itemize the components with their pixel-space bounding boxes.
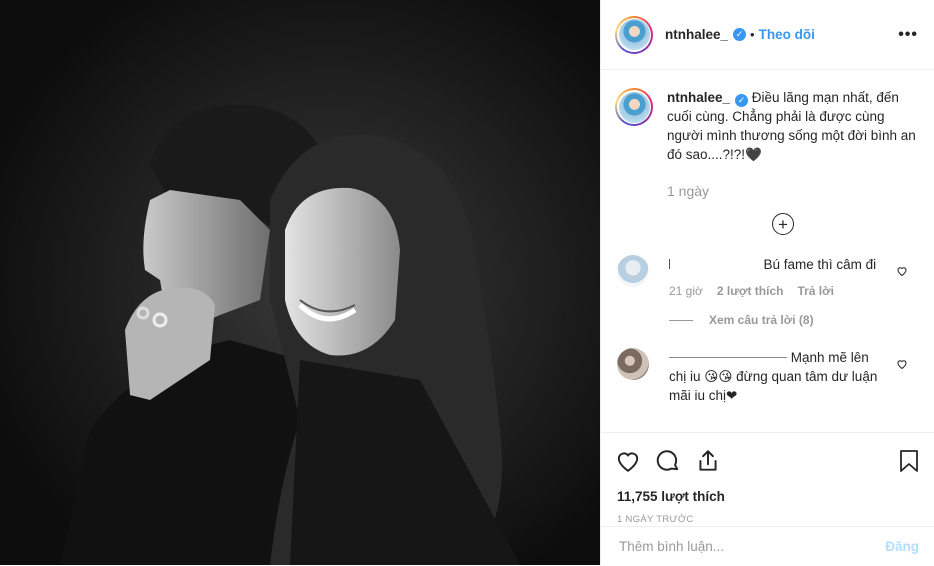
commenter-avatar[interactable] — [617, 348, 649, 380]
comment-time[interactable]: 21 giờ — [669, 282, 703, 301]
post-caption: ntnhalee_ ✓ Điều lãng mạn nhất, đến cuối … — [601, 70, 934, 201]
author-username[interactable]: ntnhalee_ — [665, 27, 728, 42]
commenter-username-hidden[interactable] — [669, 349, 787, 358]
comment-meta: 21 giờ 2 lượt thích Trả lời — [669, 282, 889, 301]
reply-button[interactable]: Trả lời — [797, 282, 834, 301]
author-avatar[interactable] — [615, 15, 653, 54]
more-options-icon[interactable]: ••• — [898, 26, 918, 44]
comment-bubble-icon[interactable] — [655, 448, 681, 474]
verified-badge-icon: ✓ — [733, 28, 747, 41]
comments-list[interactable]: ntnhalee_ ✓ Điều lãng mạn nhất, đến cuối … — [601, 70, 934, 432]
replies-divider — [669, 320, 693, 321]
post-modal: ntnhalee_ ✓ • Theo dõi ••• ntnhalee_ ✓ Đi… — [0, 0, 934, 565]
comment-item: Bú fame thì câm đi 21 giờ 2 lượt thích T… — [601, 255, 934, 330]
posted-time[interactable]: 1 NGÀY TRƯỚC — [601, 504, 934, 525]
caption-username[interactable]: ntnhalee_ — [667, 90, 730, 105]
like-heart-icon[interactable] — [615, 448, 641, 474]
caption-time[interactable]: 1 ngày — [667, 182, 919, 201]
caption-avatar[interactable] — [615, 88, 653, 126]
post-photo[interactable] — [0, 0, 600, 565]
comment-item: Mạnh mẽ lên chị iu 😘😘 đừng quan tâm dư l… — [601, 348, 934, 405]
follow-button[interactable]: Theo dõi — [759, 27, 815, 42]
comment-likes[interactable]: 2 lượt thích — [717, 282, 784, 301]
view-replies-label: Xem câu trả lời (8) — [709, 313, 814, 327]
commenter-avatar[interactable] — [617, 255, 649, 287]
share-icon[interactable] — [695, 448, 721, 474]
view-replies-button[interactable]: Xem câu trả lời (8) — [669, 311, 889, 330]
save-bookmark-icon[interactable] — [897, 448, 921, 474]
comment-input[interactable] — [617, 538, 886, 555]
load-more-comments-icon[interactable]: + — [772, 213, 794, 235]
post-sidebar: ntnhalee_ ✓ • Theo dõi ••• ntnhalee_ ✓ Đi… — [600, 0, 934, 565]
commenter-username-hidden[interactable] — [669, 259, 684, 269]
likes-count[interactable]: 11,755 lượt thích — [601, 479, 934, 504]
post-actions: 11,755 lượt thích 1 NGÀY TRƯỚC Đăng — [601, 432, 934, 566]
like-comment-heart-icon[interactable] — [896, 358, 908, 370]
photo-illustration — [0, 0, 600, 565]
post-comment-button[interactable]: Đăng — [885, 539, 919, 554]
add-comment-bar: Đăng — [601, 526, 934, 566]
verified-badge-icon: ✓ — [735, 94, 749, 107]
separator-dot: • — [750, 27, 755, 42]
like-comment-heart-icon[interactable] — [896, 265, 908, 277]
post-header: ntnhalee_ ✓ • Theo dõi ••• — [601, 0, 934, 70]
comment-text: Bú fame thì câm đi — [763, 257, 877, 272]
